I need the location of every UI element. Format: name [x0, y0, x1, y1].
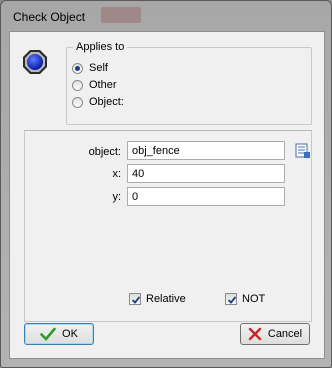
title-bar-background-artifact — [101, 7, 141, 23]
applies-to-group: Applies to Self Other Object: — [66, 41, 312, 125]
radio-object-button[interactable] — [72, 96, 83, 108]
radio-other-label: Other — [89, 79, 117, 91]
green-check-icon — [40, 327, 56, 341]
checkmark-icon — [227, 296, 237, 304]
radio-self[interactable]: Self — [72, 61, 108, 75]
dialog-body: Applies to Self Other Object: object: ob… — [9, 31, 325, 359]
radio-object[interactable]: Object: — [72, 95, 124, 109]
y-field[interactable] — [127, 187, 285, 206]
object-field-label: object: — [88, 146, 121, 158]
object-field[interactable] — [127, 141, 285, 160]
not-checkbox-row[interactable]: NOT — [225, 293, 265, 305]
radio-object-label: Object: — [89, 96, 124, 108]
object-menu-icon[interactable] — [295, 143, 311, 159]
title-bar[interactable]: Check Object — [1, 1, 331, 31]
window-title: Check Object — [13, 10, 86, 24]
relative-checkbox-row[interactable]: Relative — [129, 293, 186, 305]
radio-other[interactable]: Other — [72, 78, 117, 92]
cancel-button[interactable]: Cancel — [240, 323, 310, 345]
not-checkbox[interactable] — [225, 293, 237, 305]
ok-button-label: OK — [62, 328, 78, 340]
relative-checkbox[interactable] — [129, 293, 141, 305]
cancel-button-label: Cancel — [267, 328, 303, 340]
x-field[interactable] — [127, 164, 285, 183]
ok-button[interactable]: OK — [24, 323, 94, 345]
radio-self-label: Self — [89, 62, 108, 74]
blue-octagon-icon — [22, 49, 48, 75]
y-field-label: y: — [112, 191, 121, 203]
radio-other-button[interactable] — [72, 79, 83, 91]
check-object-dialog: Check Object Applies to Self Other Objec… — [0, 0, 332, 368]
applies-to-label: Applies to — [73, 41, 128, 53]
arguments-panel: object: x: y: — [24, 130, 312, 322]
red-x-icon — [248, 327, 262, 341]
relative-label: Relative — [146, 293, 186, 305]
checkmark-icon — [131, 296, 141, 304]
x-field-label: x: — [112, 168, 121, 180]
not-label: NOT — [242, 293, 266, 305]
radio-self-button[interactable] — [72, 62, 83, 74]
